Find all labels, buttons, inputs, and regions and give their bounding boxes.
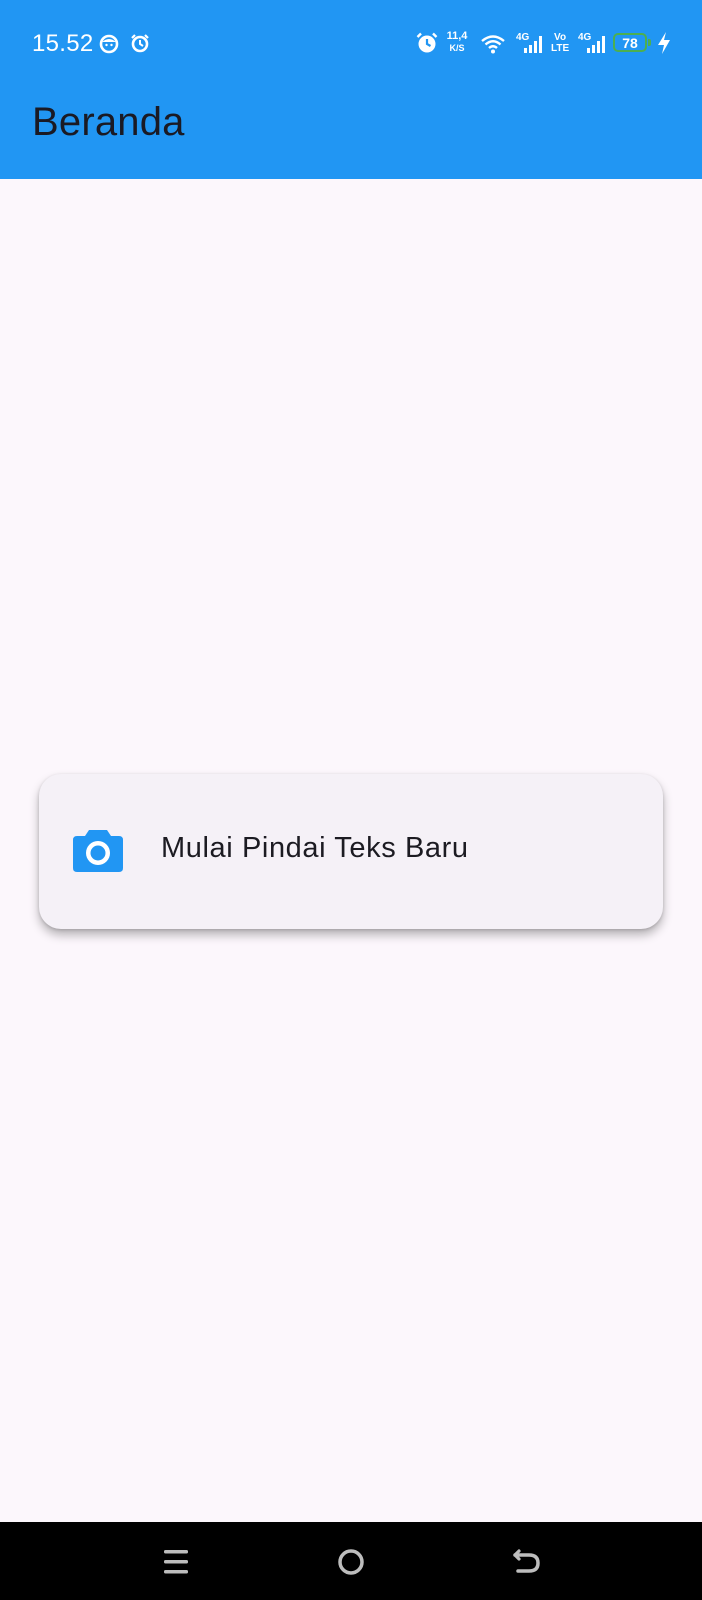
battery-level: 78 <box>622 35 638 51</box>
network-speed-value: 11,4 <box>446 30 468 42</box>
home-icon[interactable] <box>331 1542 371 1582</box>
camera-icon <box>73 830 123 872</box>
face-notification-icon <box>99 34 119 54</box>
alarm-icon <box>131 34 149 53</box>
menu-icon[interactable] <box>156 1542 196 1582</box>
battery-icon: 78 <box>613 33 647 52</box>
signal-icon <box>587 36 605 53</box>
battery-tip <box>648 39 651 46</box>
system-navigation-bar <box>0 1522 702 1600</box>
volte-top: Vo <box>554 32 567 43</box>
status-bar: 15.52 11,4 K/S 4G Vo LTE 4G 78 <box>0 0 702 88</box>
alarm-icon <box>416 32 438 53</box>
charging-icon <box>658 32 670 54</box>
signal-icon <box>524 36 542 53</box>
page-title: Beranda <box>32 100 185 144</box>
start-new-scan-button[interactable]: Mulai Pindai Teks Baru <box>39 774 663 929</box>
app-bar: 15.52 11,4 K/S 4G Vo LTE 4G 78 Beranda <box>0 0 702 179</box>
volte-bottom: LTE <box>551 43 570 54</box>
back-icon[interactable] <box>507 1542 547 1582</box>
status-time: 15.52 <box>32 30 94 57</box>
start-new-scan-label: Mulai Pindai Teks Baru <box>161 832 469 864</box>
volte-indicator: Vo LTE <box>551 32 569 54</box>
network-speed-unit: K/S <box>449 43 465 53</box>
network-speed: 11,4 K/S <box>444 30 470 54</box>
wifi-icon <box>481 35 505 54</box>
